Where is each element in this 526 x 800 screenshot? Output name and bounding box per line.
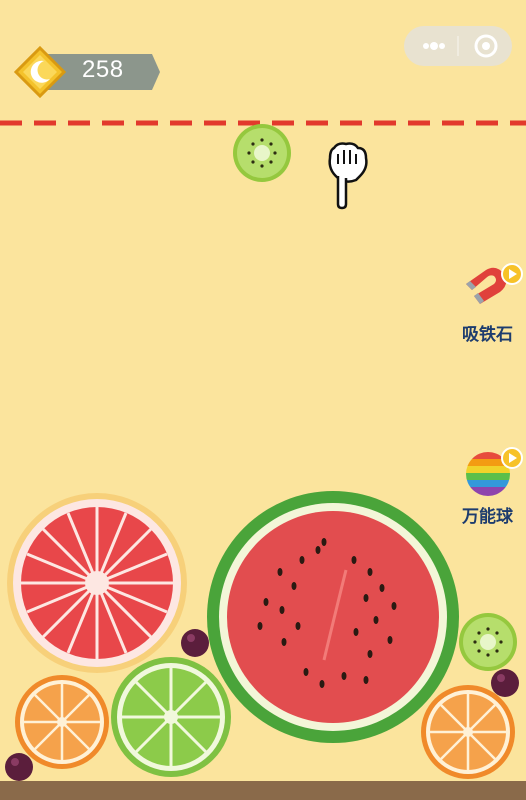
magnet-icon[interactable] (460, 262, 526, 312)
fruit-grape (181, 629, 209, 657)
fruit-grape (5, 753, 33, 781)
fruit-grape (491, 669, 519, 697)
fruit-kiwi (459, 613, 517, 671)
menu-capsule (404, 26, 512, 66)
floor (0, 781, 526, 800)
current-fruit-kiwi[interactable] (232, 123, 292, 183)
fruit-grapefruit (7, 493, 187, 673)
fruit-orange (421, 685, 515, 779)
score-value: 258 (82, 56, 124, 83)
rainbow-ball-icon[interactable] (464, 444, 526, 498)
fruit-lime (111, 657, 231, 777)
record-circle-icon[interactable] (474, 34, 498, 58)
tool-label-rainbow-ball[interactable]: 万能球 (462, 502, 513, 527)
tool-label-magnet[interactable]: 吸铁石 (462, 320, 513, 345)
three-dots-icon[interactable] (423, 42, 445, 50)
pointing-hand-icon (328, 142, 368, 210)
